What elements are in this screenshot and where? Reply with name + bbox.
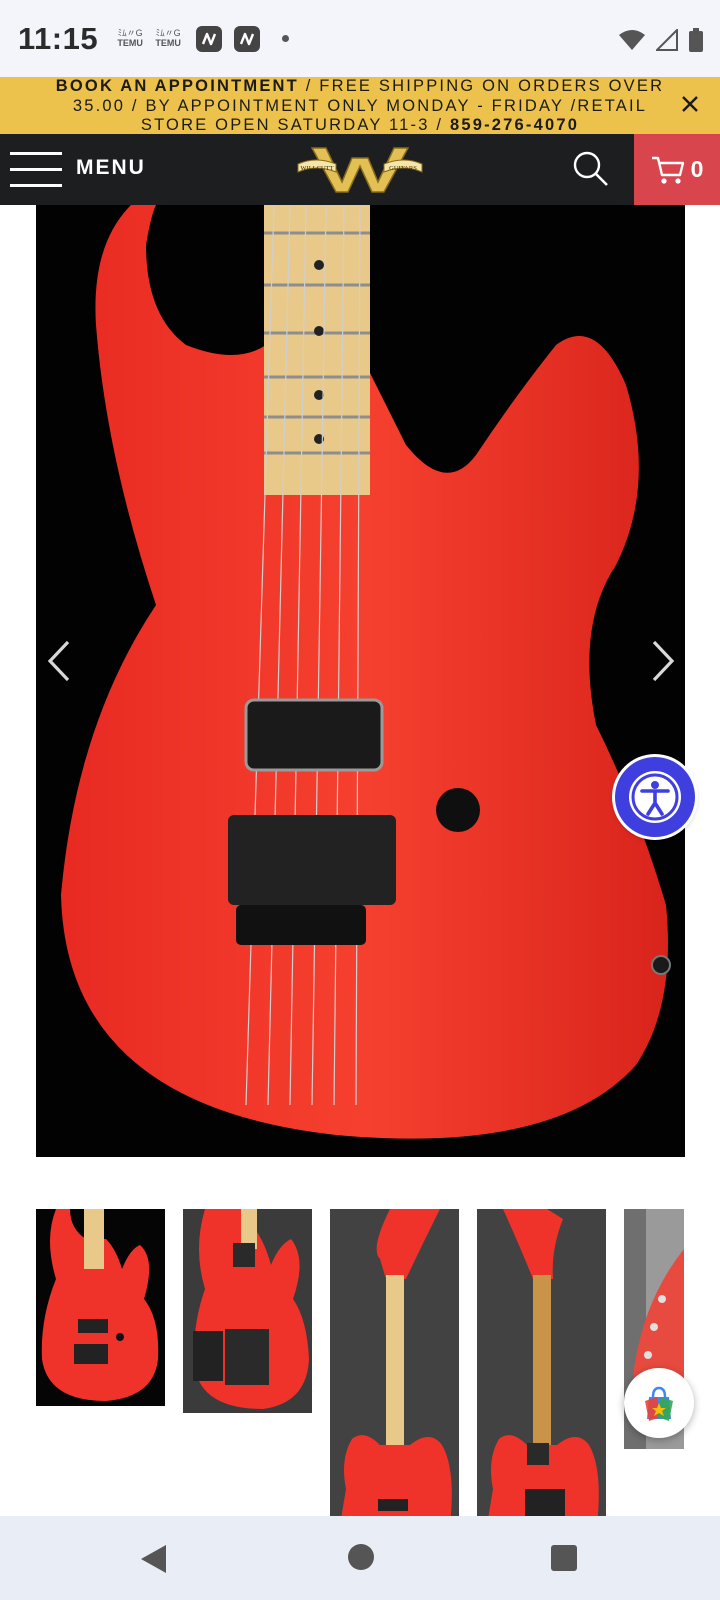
promo-text: BOOK AN APPOINTMENT / FREE SHIPPING ON O… [40, 77, 680, 136]
accessibility-button[interactable] [615, 757, 695, 837]
svg-text:GUITARS: GUITARS [389, 165, 417, 172]
app-notification-icon [234, 25, 261, 52]
thumbnail-full-front[interactable] [330, 1209, 459, 1516]
shop-app-button[interactable] [624, 1368, 694, 1438]
accessibility-icon [629, 771, 681, 823]
search-icon[interactable] [572, 150, 610, 188]
home-icon[interactable] [348, 1544, 374, 1570]
status-time: 11:15 [18, 20, 99, 56]
site-header: MENU WILLCUTT GUITARS 0 [0, 134, 720, 205]
cart-count: 0 [690, 156, 704, 182]
system-navigation-bar [0, 1516, 720, 1600]
menu-label[interactable]: MENU [76, 156, 146, 180]
thumbnail-front[interactable] [36, 1209, 165, 1406]
thumbnail-back[interactable] [183, 1209, 312, 1413]
battery-icon [689, 28, 703, 52]
book-appointment-link[interactable]: BOOK AN APPOINTMENT [56, 77, 299, 95]
willcutt-guitars-logo[interactable]: WILLCUTT GUITARS [296, 142, 424, 198]
thumbnail-gallery [0, 1200, 720, 1516]
back-icon[interactable] [138, 1543, 168, 1575]
temu-notification-icon: ﾐﾑ〃G TEMU [155, 28, 181, 49]
temu-notification-icon: ﾐﾑ〃G TEMU [117, 28, 143, 49]
status-bar: 11:15 ﾐﾑ〃G TEMU ﾐﾑ〃G TEMU [0, 0, 720, 77]
next-image-arrow-icon[interactable] [648, 636, 678, 686]
wifi-icon [619, 30, 645, 50]
menu-icon[interactable] [10, 152, 62, 188]
cart-icon [651, 156, 684, 184]
app-notification-icon [196, 25, 223, 52]
product-main-image[interactable] [36, 205, 685, 1157]
signal-icon [656, 29, 678, 51]
svg-text:WILLCUTT: WILLCUTT [300, 165, 333, 172]
cart-button[interactable]: 0 [634, 134, 720, 205]
promo-banner: BOOK AN APPOINTMENT / FREE SHIPPING ON O… [0, 77, 720, 134]
phone-number-link[interactable]: 859-276-4070 [450, 116, 579, 134]
status-right-icons [618, 28, 704, 52]
previous-image-arrow-icon[interactable] [44, 636, 74, 686]
thumbnail-full-back[interactable] [477, 1209, 606, 1516]
shopping-bag-icon [645, 1386, 673, 1421]
recents-icon[interactable] [551, 1545, 577, 1571]
close-icon[interactable] [680, 94, 700, 114]
more-notifications-dot-icon [282, 35, 290, 42]
